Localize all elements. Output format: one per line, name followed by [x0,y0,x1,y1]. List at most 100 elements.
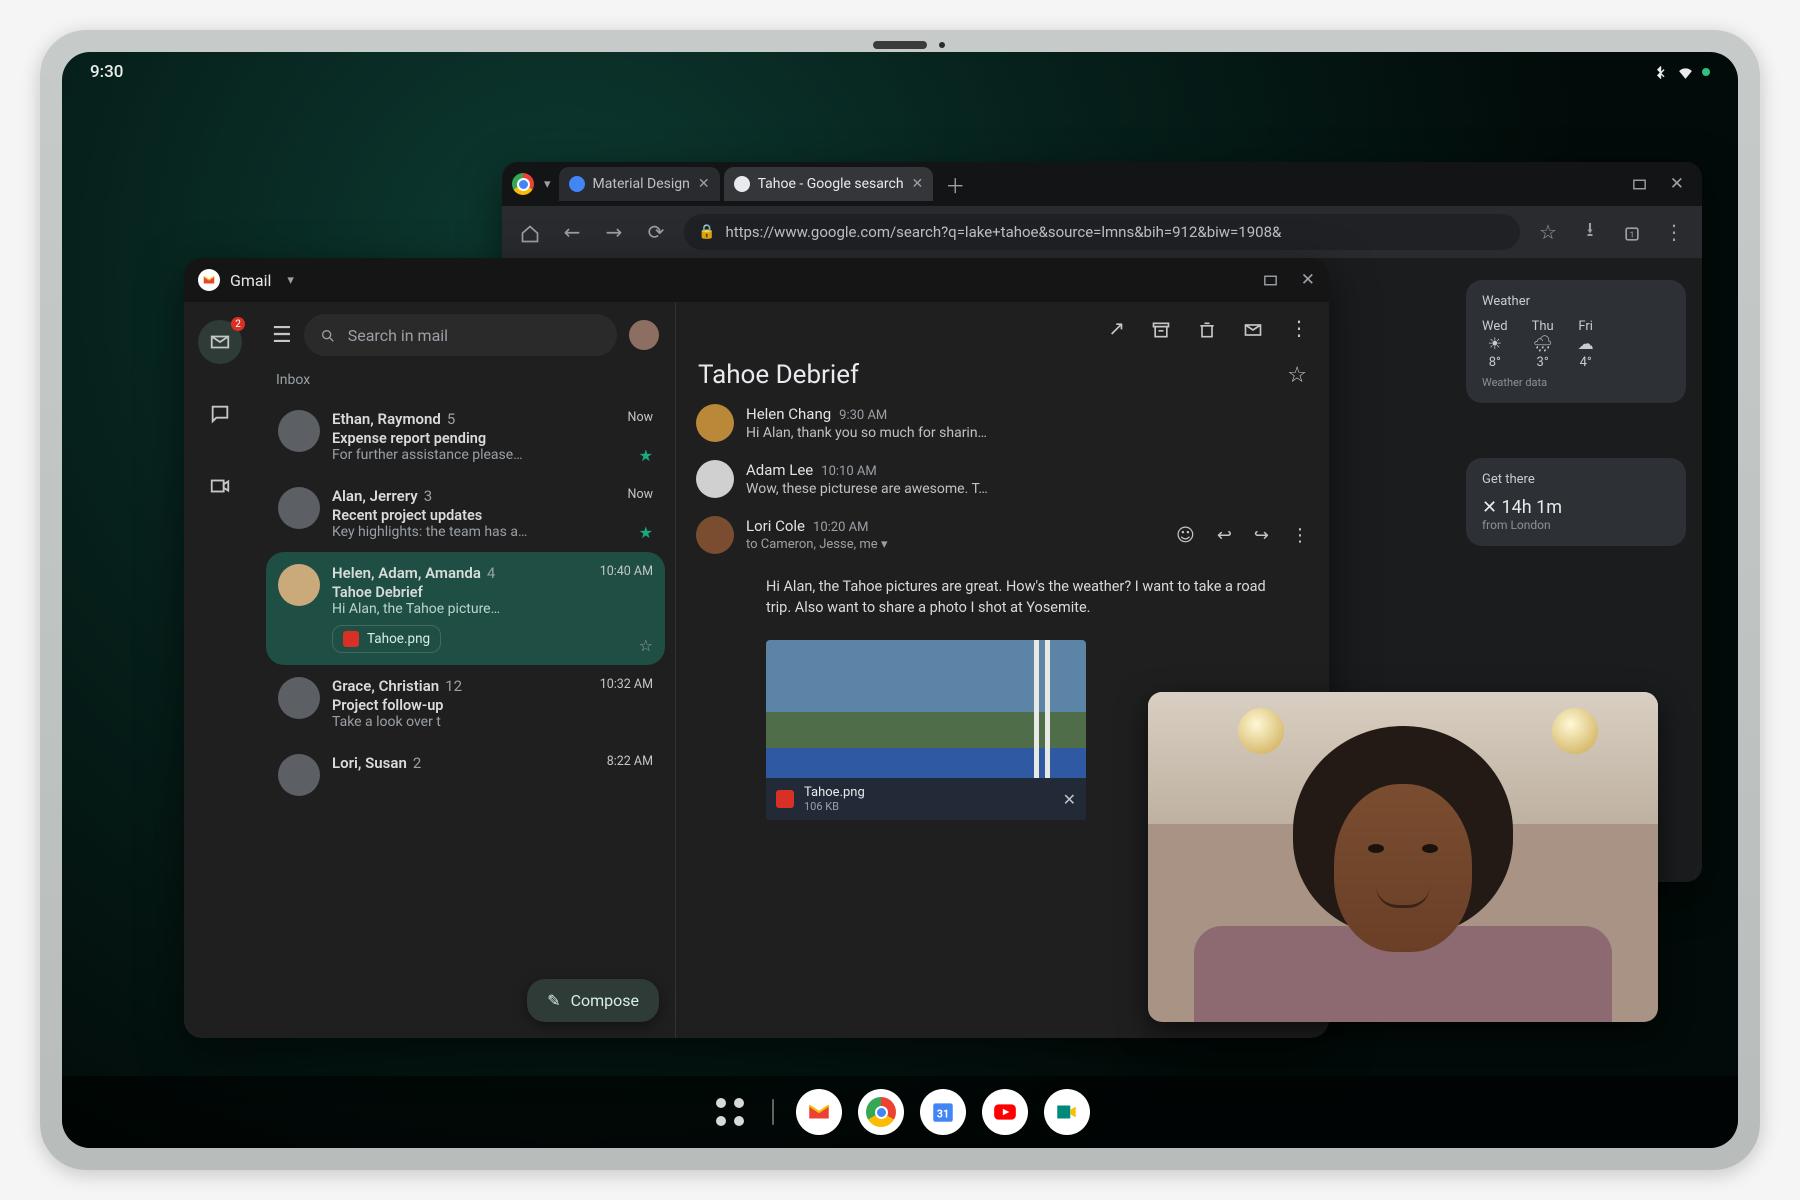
dock-meet-icon[interactable] [1044,1089,1090,1135]
star-icon[interactable]: ☆ [1534,220,1562,244]
directions-card[interactable]: Get there ✕ 14h 1m from London [1466,458,1686,546]
reply-icon[interactable]: ↩ [1217,525,1232,546]
video-call-pip[interactable] [1148,692,1658,1022]
preview: Hi Alan, the Tahoe picture… [332,601,653,617]
section-label: Inbox [256,368,675,398]
star-icon[interactable]: ★ [639,446,653,465]
rail-chat-icon[interactable] [198,392,242,436]
expanded-message-header: Lori Cole10:20 AM to Cameron, Jesse, me … [696,516,1309,554]
thread-row[interactable]: Grace, Christian 12 Project follow-up Ta… [266,665,665,742]
tab-label: Material Design [593,176,690,192]
reload-icon[interactable]: ⟳ [642,220,670,244]
close-tab-icon[interactable]: ✕ [912,176,924,192]
recipients: to Cameron, Jesse, me [746,537,878,552]
sender-avatar [278,564,320,606]
close-tab-icon[interactable]: ✕ [698,176,710,192]
emoji-icon[interactable]: ☺ [1176,525,1195,546]
star-icon[interactable]: ☆ [1287,363,1307,388]
thread-row[interactable]: Ethan, Raymond 5 Expense report pending … [266,398,665,475]
chrome-toolbar: ← → ⟳ 🔒 https://www.google.com/search?q=… [502,206,1702,258]
back-icon[interactable]: ← [558,220,586,244]
weather-day: Wed [1482,319,1508,334]
dock-calendar-icon[interactable]: 31 [920,1089,966,1135]
collapsed-message[interactable]: Helen Chang9:30 AM Hi Alan, thank you so… [696,404,1309,442]
maximize-icon[interactable] [1262,270,1279,290]
browser-tab[interactable]: Material Design ✕ [559,167,720,201]
sender-avatar [278,677,320,719]
thread-count: 5 [447,410,455,428]
weather-day: Thu [1532,319,1554,334]
weather-icon: ☀ [1482,334,1508,353]
close-window-icon[interactable]: ✕ [1670,174,1684,194]
menu-icon[interactable]: ☰ [272,323,292,348]
chrome-account-chevron-icon[interactable]: ▾ [544,177,551,192]
attachment-chip[interactable]: Tahoe.png [332,625,441,653]
star-icon[interactable]: ★ [639,523,653,542]
svg-text:31: 31 [937,1107,949,1120]
app-chevron-icon[interactable]: ▾ [287,273,294,288]
thread-count: 3 [424,487,432,505]
dock-youtube-icon[interactable] [982,1089,1028,1135]
rail-meet-icon[interactable] [198,464,242,508]
dock-chrome-icon[interactable] [858,1089,904,1135]
tab-label: Tahoe - Google sesarch [758,176,904,192]
preview: For further assistance please… [332,447,653,463]
tab-count-icon[interactable]: 1 [1618,220,1646,244]
dock-gmail-icon[interactable] [796,1089,842,1135]
close-window-icon[interactable]: ✕ [1301,270,1315,290]
route-duration: ✕ 14h 1m [1482,497,1670,518]
home-icon[interactable] [516,220,544,244]
collapsed-message[interactable]: Adam Lee10:10 AM Wow, these picturese ar… [696,460,1309,498]
timestamp: Now [628,410,653,425]
snippet: Wow, these picturese are awesome. T… [746,481,988,497]
attachment-preview[interactable]: Tahoe.png 106 KB ✕ [766,640,1086,820]
overflow-menu-icon[interactable]: ⋮ [1289,316,1309,340]
compose-button[interactable]: ✎ Compose [527,979,659,1022]
overflow-menu-icon[interactable]: ⋮ [1660,220,1688,244]
weather-card[interactable]: Weather Wed☀8° Thu🌧3° Fri☁4° Weather dat… [1466,280,1686,403]
weather-icon: 🌧 [1532,334,1554,353]
expand-icon[interactable]: ↗ [1108,316,1125,340]
chevron-down-icon[interactable]: ▾ [881,537,888,552]
pip-background [1552,708,1598,754]
omnibox-url: https://www.google.com/search?q=lake+tah… [725,223,1281,241]
delete-icon[interactable] [1197,316,1217,340]
maximize-icon[interactable] [1631,174,1648,194]
thread-count: 12 [445,677,462,695]
browser-tab-active[interactable]: Tahoe - Google sesarch ✕ [724,167,934,201]
search-placeholder: Search in mail [348,326,448,345]
senders: Grace, Christian [332,677,439,695]
new-tab-button[interactable]: ＋ [937,170,973,199]
rail-mail-icon[interactable] [198,320,242,364]
sender-name: Lori Cole [746,517,805,535]
star-icon[interactable]: ☆ [639,636,653,655]
download-icon[interactable]: ⭳ [1576,215,1604,249]
image-icon [343,631,359,647]
close-attachment-icon[interactable]: ✕ [1063,790,1076,809]
attachment-name: Tahoe.png [804,785,865,800]
thread-row-selected[interactable]: Helen, Adam, Amanda 4 Tahoe Debrief Hi A… [266,552,665,665]
omnibox[interactable]: 🔒 https://www.google.com/search?q=lake+t… [684,214,1520,250]
app-title: Gmail [230,271,271,290]
archive-icon[interactable] [1151,316,1171,340]
image-decoration [1034,640,1056,778]
forward-icon[interactable]: → [600,220,628,244]
compose-label: Compose [571,991,639,1010]
overflow-menu-icon[interactable]: ⋮ [1291,525,1309,546]
forward-icon[interactable]: ↪ [1254,525,1269,546]
card-title: Weather [1482,294,1670,309]
thread-row[interactable]: Lori, Susan 2 8:22 AM [266,742,665,808]
account-avatar[interactable] [629,320,659,350]
thread-list[interactable]: Ethan, Raymond 5 Expense report pending … [256,398,675,1038]
mark-unread-icon[interactable] [1243,316,1263,340]
lock-icon: 🔒 [698,224,715,240]
thread-row[interactable]: Alan, Jerrery 3 Recent project updates K… [266,475,665,552]
gmail-nav-rail [184,302,256,1038]
all-apps-button[interactable] [710,1092,750,1132]
thread-count: 2 [413,754,421,772]
timestamp: 8:22 AM [607,754,653,769]
android-status-bar: 9:30 [62,52,1738,92]
search-input[interactable]: Search in mail [304,314,617,356]
status-time: 9:30 [90,62,123,82]
timestamp: Now [628,487,653,502]
